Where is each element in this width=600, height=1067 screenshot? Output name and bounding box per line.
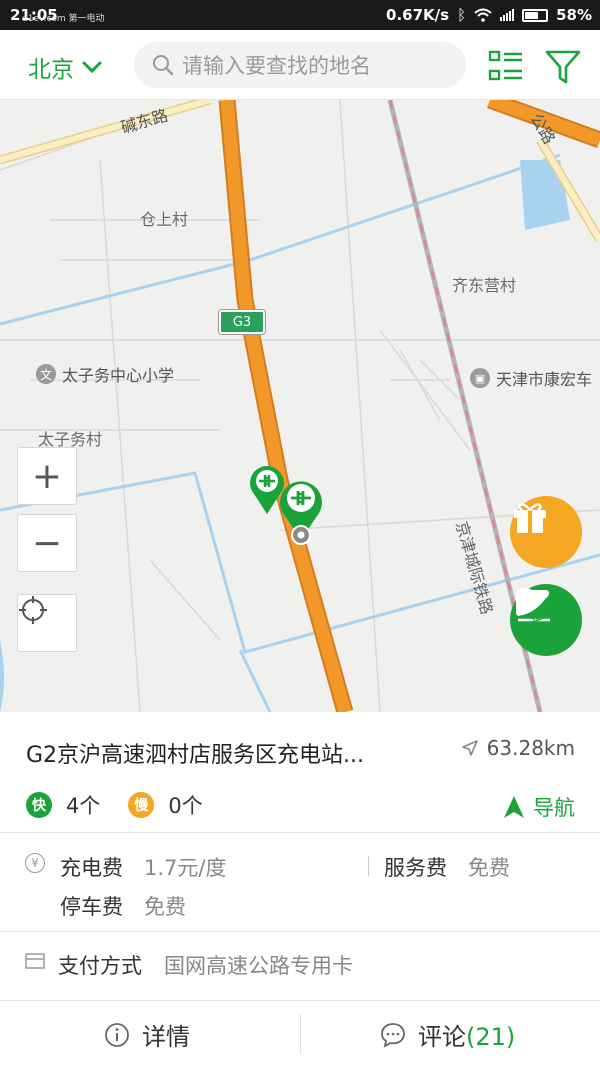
info-icon bbox=[105, 1022, 129, 1047]
signal-icon bbox=[500, 9, 515, 21]
comment-icon bbox=[381, 1022, 405, 1048]
navigate-label: 导航 bbox=[533, 796, 575, 820]
charge-fee-label: 充电费 bbox=[60, 856, 123, 880]
gift-icon bbox=[514, 503, 546, 533]
slow-count: 0个 bbox=[168, 794, 203, 818]
g3-label: G3 bbox=[232, 314, 252, 330]
divider bbox=[0, 931, 600, 932]
status-right: 0.67K/s ᛒ 58% bbox=[386, 6, 592, 24]
locate-icon bbox=[19, 596, 47, 624]
city-selector[interactable]: 北京 bbox=[28, 50, 102, 84]
top-header: 北京 请输入要查找的地名 bbox=[0, 30, 600, 100]
sign-in-button[interactable]: 签到 bbox=[510, 584, 582, 656]
locate-button[interactable] bbox=[17, 594, 77, 652]
parking-fee-value: 免费 bbox=[144, 895, 186, 919]
card-icon bbox=[25, 953, 45, 969]
payment-value: 国网高速公路专用卡 bbox=[164, 954, 353, 978]
tab-comments[interactable]: 评论(21) bbox=[380, 1017, 515, 1052]
search-icon bbox=[153, 55, 174, 76]
poi-tianjin-kanghong[interactable]: ▣ 天津市康宏车 bbox=[470, 366, 592, 390]
zoom-in-button[interactable]: + bbox=[17, 447, 77, 505]
network-speed: 0.67K/s bbox=[386, 6, 450, 24]
fast-count: 4个 bbox=[66, 794, 101, 818]
school-label: 太子务中心小学 bbox=[62, 366, 175, 385]
tab-details-label: 详情 bbox=[142, 1023, 190, 1051]
service-fee-label: 服务费 bbox=[384, 856, 447, 880]
distance-value: 63.28km bbox=[486, 736, 575, 760]
car-icon: ▣ bbox=[470, 368, 490, 388]
filter-icon[interactable] bbox=[545, 49, 581, 85]
comments-text: 评论 bbox=[418, 1023, 466, 1051]
divider bbox=[0, 832, 600, 833]
navigation-arrow-icon bbox=[504, 796, 524, 818]
chevron-down-icon bbox=[82, 61, 102, 74]
place-label-qidongying: 齐东营村 bbox=[452, 276, 517, 295]
direction-arrow-icon bbox=[461, 740, 478, 756]
zoom-out-button[interactable]: − bbox=[17, 514, 77, 572]
station-name[interactable]: G2京沪高速泗村店服务区充电站... bbox=[26, 737, 364, 769]
status-bar: 21:05 d1ev.com 第一电动 0.67K/s ᛒ 58% bbox=[0, 0, 600, 30]
bluetooth-icon: ᛒ bbox=[457, 6, 467, 24]
tab-details[interactable]: 详情 bbox=[104, 1017, 190, 1052]
payment-label: 支付方式 bbox=[58, 954, 142, 978]
wifi-icon bbox=[474, 8, 492, 22]
parking-fee-label: 停车费 bbox=[60, 895, 123, 919]
place-label-cangshang: 仓上村 bbox=[140, 210, 189, 229]
yen-icon: ¥ bbox=[25, 853, 45, 873]
school-icon: 文 bbox=[36, 364, 56, 384]
search-placeholder: 请输入要查找的地名 bbox=[182, 54, 371, 78]
tab-comments-label: 评论(21) bbox=[418, 1017, 515, 1052]
poi-school[interactable]: 文 太子务中心小学 bbox=[36, 362, 174, 386]
city-name: 北京 bbox=[28, 57, 74, 83]
charger-counts: 快 4个 慢 0个 bbox=[26, 790, 203, 820]
my-position-dot bbox=[291, 525, 311, 545]
tab-separator bbox=[300, 1014, 301, 1054]
battery-icon bbox=[522, 8, 549, 22]
slow-badge: 慢 bbox=[128, 792, 155, 818]
service-fee-value: 免费 bbox=[468, 856, 510, 880]
navigate-button[interactable]: 导航 bbox=[503, 792, 575, 822]
search-input[interactable]: 请输入要查找的地名 bbox=[134, 42, 466, 88]
divider bbox=[0, 1000, 600, 1001]
charge-fee-value: 1.7元/度 bbox=[144, 856, 227, 880]
station-distance: 63.28km bbox=[461, 736, 575, 760]
map-view[interactable]: 碱东路 公路 仓上村 齐东营村 G3 文 太子务中心小学 ▣ 天津市康宏车 太子… bbox=[0, 100, 600, 712]
watermark: d1ev.com 第一电动 bbox=[22, 14, 105, 24]
fast-badge: 快 bbox=[26, 792, 52, 818]
fee-separator bbox=[368, 856, 369, 876]
tianjin-kanghong-label: 天津市康宏车 bbox=[496, 370, 593, 389]
g3-shield: G3 bbox=[219, 310, 265, 334]
station-info-panel: G2京沪高速泗村店服务区充电站... 63.28km 快 4个 慢 0个 导航 … bbox=[0, 712, 600, 1067]
battery-percent: 58% bbox=[556, 6, 592, 24]
comments-count: (21) bbox=[466, 1023, 516, 1051]
list-icon[interactable] bbox=[488, 49, 524, 83]
gift-button[interactable] bbox=[510, 496, 582, 568]
